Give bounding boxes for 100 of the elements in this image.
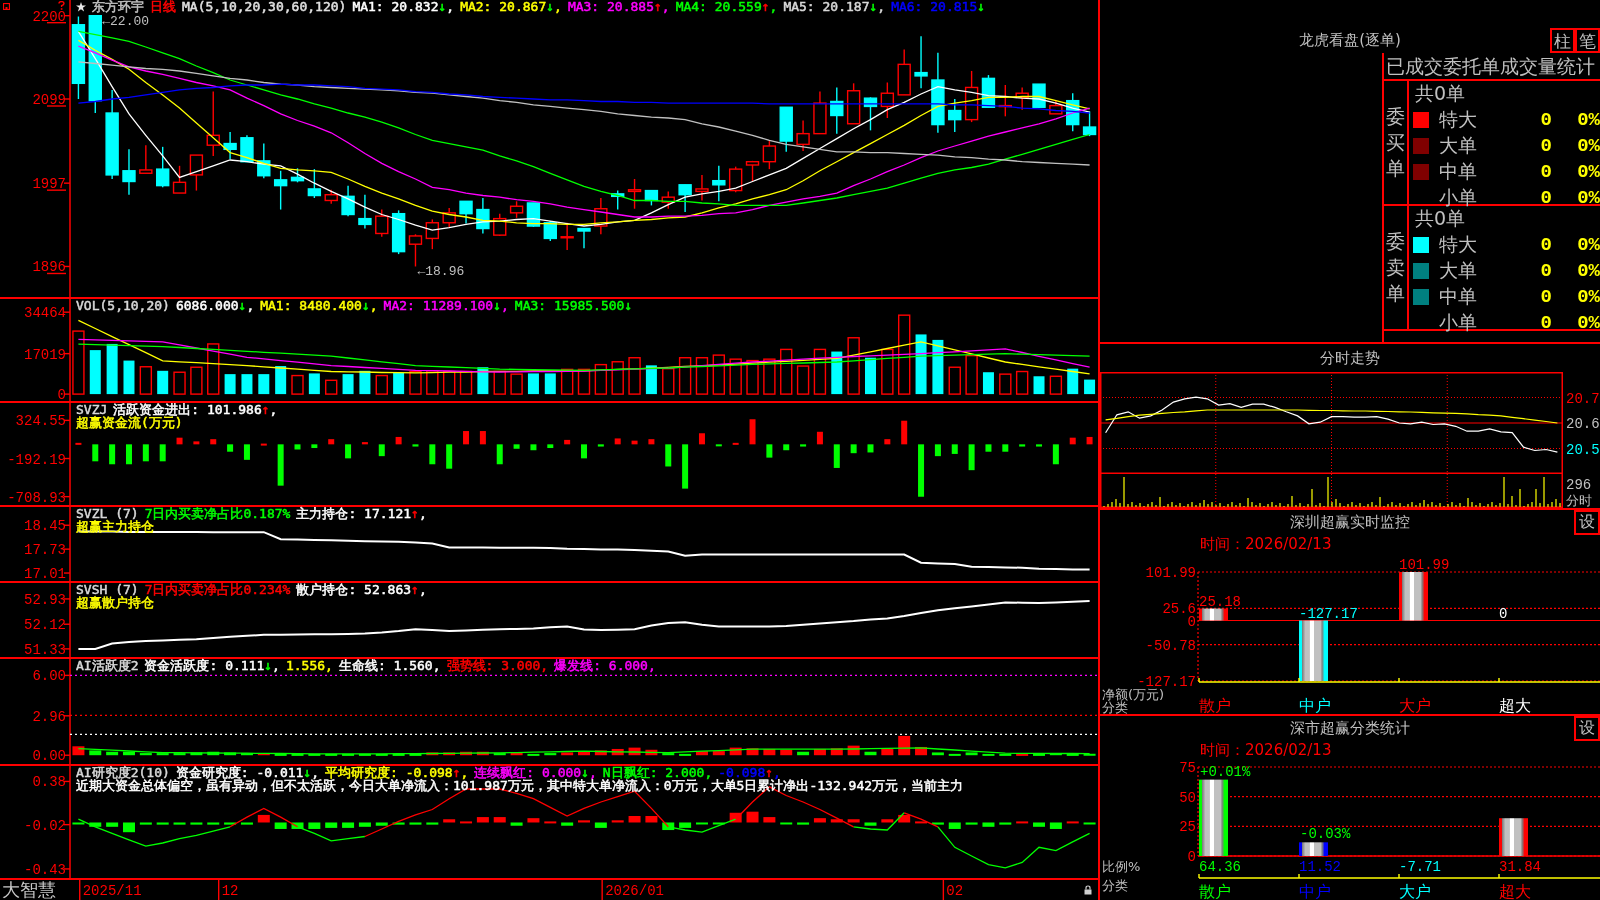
legend-text: 6086.000↓, <box>175 299 255 312</box>
side-label: 委买单 <box>1386 103 1405 181</box>
axis-label: 75 <box>1179 760 1196 776</box>
axis-label: 0.38 <box>32 774 66 791</box>
legend-text: 强势线: 3.000, <box>446 659 549 672</box>
axis-label: 324.55 <box>15 413 66 430</box>
time-label: 时间：2026/02/13 <box>1200 534 1332 554</box>
pane-caption: 分时 <box>1566 493 1592 508</box>
order-type: 中单 <box>1439 284 1477 309</box>
order-type: 大单 <box>1439 258 1477 283</box>
axis-label: 1896 <box>32 259 66 276</box>
legend-text: 活跃资金进出: 101.986↑, <box>113 403 278 416</box>
value-label: 0 <box>1499 605 1508 622</box>
legend-text: 爆发线: 6.000, <box>554 659 656 672</box>
time-label: 时间：2026/02/13 <box>1200 740 1332 760</box>
order-type: 小单 <box>1439 310 1477 335</box>
category-label: 中户 <box>1299 696 1331 714</box>
axis-label: 1997 <box>32 176 66 193</box>
category-label: 散户 <box>1199 882 1231 900</box>
category-label: 大户 <box>1399 882 1431 900</box>
panel-title: 深圳超赢实时监控 <box>1290 513 1410 532</box>
order-total: 共0单 <box>1415 81 1466 106</box>
legend-text: MA2: 20.867↓, <box>460 0 562 13</box>
order-type: 特大 <box>1439 107 1477 132</box>
legend-text: 超赢资金流(万元) <box>76 416 183 429</box>
price-annotation: ←18.96 <box>417 264 465 280</box>
axis-label: -50.78 <box>1145 637 1196 654</box>
legend-text: MA3: 15985.500↓ <box>514 299 633 312</box>
axis-caption: 净额(万元) <box>1102 687 1165 702</box>
legend-text: SVSH (7) <box>76 583 139 596</box>
order-share: 0% <box>1577 161 1600 183</box>
legend-text: 生命线: 1.560, <box>338 659 441 672</box>
legend-text: AI活跃度2 <box>76 659 139 672</box>
order-type: 特大 <box>1439 232 1477 257</box>
legend-text: 7日内买卖净占比0.234% <box>144 583 291 596</box>
order-count: 0 <box>1540 161 1552 183</box>
order-share: 0% <box>1577 135 1600 157</box>
legend-text: 散户持仓: 52.863↑, <box>296 583 427 596</box>
legend-text: 资金活跃度: 0.111↓, <box>144 659 280 672</box>
legend-text: MA2: 11289.100↓, <box>383 299 509 312</box>
legend-text: 超赢主力持仓 <box>76 520 154 533</box>
change-label: +0.01% <box>1200 763 1251 780</box>
order-share: 0% <box>1577 109 1600 131</box>
order-share: 0% <box>1577 286 1600 308</box>
legend-text: N日飘红: 2.000, <box>602 766 713 779</box>
axis-label: 20.7 <box>1566 390 1600 407</box>
category-label: 中户 <box>1299 882 1331 900</box>
category-label: 超大 <box>1499 882 1531 900</box>
axis-label: 17019 <box>24 346 66 363</box>
category-label: 超大 <box>1499 696 1531 714</box>
axis-label: 2.96 <box>32 708 66 725</box>
order-count: 0 <box>1540 286 1552 308</box>
axis-label: 20.6 <box>1566 416 1600 432</box>
legend-text: MA1: 20.832↓, <box>352 0 455 13</box>
axis-label: 52.93 <box>24 591 66 608</box>
price-annotation: ←22.00 <box>102 13 150 29</box>
order-total: 共0单 <box>1415 207 1466 231</box>
axis-label: -192.19 <box>7 451 66 468</box>
order-type: 小单 <box>1439 185 1477 209</box>
axis-label: 2099 <box>32 92 66 108</box>
axis-label: 0 <box>57 387 66 401</box>
legend-text: 7日内买卖净占比0.187% <box>144 507 291 520</box>
date-label: 02 <box>946 883 964 899</box>
side-label: 委卖单 <box>1386 228 1405 306</box>
legend-text: MA5: 20.187↓, <box>783 0 886 13</box>
axis-caption: 分类 <box>1102 700 1128 714</box>
order-count: 0 <box>1540 312 1552 334</box>
legend-text: 平均研究度: -0.098↑, <box>325 766 469 779</box>
axis-label: 2200 <box>32 8 66 25</box>
axis-label: -127.17 <box>1137 674 1196 690</box>
legend-text: MA4: 20.559↑, <box>675 0 778 13</box>
axis-label: 25 <box>1179 819 1196 836</box>
axis-label: 0 <box>1187 613 1196 630</box>
legend-text: 主力持仓: 17.121↑, <box>296 507 427 520</box>
panel-title: 深市超赢分类统计 <box>1290 719 1410 738</box>
legend-text: 超赢散户持仓 <box>76 596 154 609</box>
order-count: 0 <box>1540 187 1552 209</box>
value-label: 25.18 <box>1199 593 1241 610</box>
category-label: 大户 <box>1399 696 1431 714</box>
value-label: -127.17 <box>1299 605 1358 622</box>
axis-label: -708.93 <box>7 489 66 505</box>
volume-scale-label: 296 <box>1566 477 1592 493</box>
value-label: 64.36 <box>1199 859 1241 875</box>
legend-text: 连续飘红: 0.000↓, <box>474 766 597 779</box>
axis-label: 34464 <box>24 305 66 322</box>
order-count: 0 <box>1540 234 1552 256</box>
date-label: 12 <box>221 883 239 899</box>
legend-text: 东方环宇 <box>92 0 144 13</box>
order-count: 0 <box>1540 260 1552 282</box>
brand-name: 大智慧 <box>2 880 56 900</box>
order-type: 大单 <box>1439 133 1477 158</box>
date-label: 2025/11 <box>82 883 142 899</box>
legend-text: MA1: 8480.400↓, <box>260 299 378 312</box>
value-label: 11.52 <box>1299 859 1341 875</box>
legend-text: MA(5,10,20,30,60,120) <box>182 0 347 13</box>
legend-text: SVZJ <box>76 403 108 416</box>
axis-caption: 分类 <box>1102 878 1128 893</box>
legend-text: -0.098↑, <box>718 766 781 779</box>
order-share: 0% <box>1577 234 1600 256</box>
axis-label: 20.5 <box>1566 441 1600 458</box>
